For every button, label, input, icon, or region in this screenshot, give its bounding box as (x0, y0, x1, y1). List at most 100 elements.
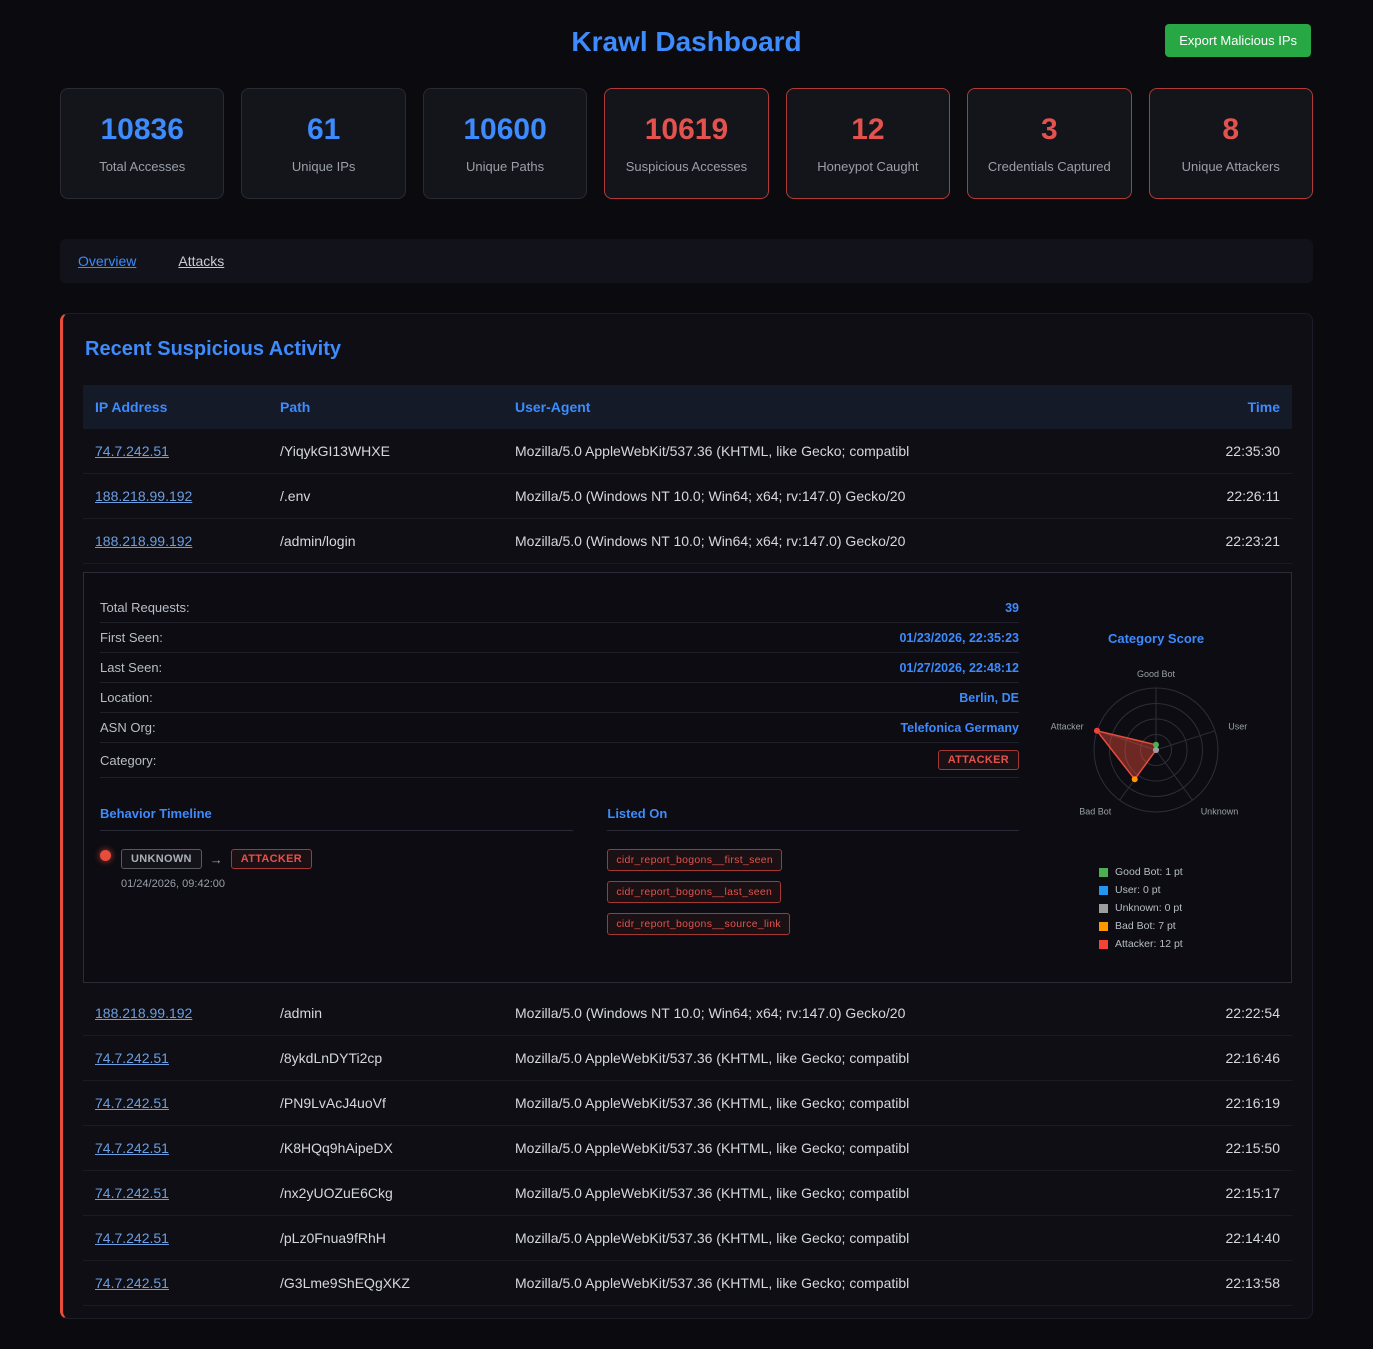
table-row[interactable]: 74.7.242.51 /pLz0Fnua9fRhH Mozilla/5.0 A… (83, 1216, 1292, 1261)
detail-category-row: Category: ATTACKER (100, 743, 1019, 778)
behavior-timeline-title: Behavior Timeline (100, 806, 573, 831)
svg-text:Good Bot: Good Bot (1137, 669, 1176, 679)
ip-address-link[interactable]: 74.7.242.51 (95, 1050, 169, 1066)
stat-card: 12 Honeypot Caught (786, 88, 950, 199)
field-value: 39 (1005, 601, 1019, 615)
path-cell: /YiqykGI13WHXE (280, 443, 515, 459)
column-header-path: Path (280, 399, 515, 415)
stat-card: 61 Unique IPs (241, 88, 405, 199)
listed-on-badge: cidr_report_bogons__source_link (607, 913, 790, 935)
user-agent-cell: Mozilla/5.0 AppleWebKit/537.36 (KHTML, l… (515, 1275, 1140, 1291)
listed-on-badge: cidr_report_bogons__last_seen (607, 881, 781, 903)
ip-detail-panel: Total Requests: 39 First Seen: 01/23/202… (83, 572, 1292, 983)
legend-item: User: 0 pt (1099, 884, 1183, 896)
suspicious-activity-panel: Recent Suspicious Activity IP Address Pa… (60, 313, 1313, 1319)
table-row[interactable]: 74.7.242.51 /PN9LvAcJ4uoVf Mozilla/5.0 A… (83, 1081, 1292, 1126)
stat-label: Unique Paths (432, 159, 578, 174)
listed-on-section: Listed On cidr_report_bogons__first_seen… (607, 806, 1019, 935)
stat-value: 3 (976, 113, 1122, 147)
timeline-content: UNKNOWN → ATTACKER 01/24/2026, 09:42:00 (121, 849, 312, 890)
legend-label: User: 0 pt (1115, 884, 1161, 896)
ip-address-link[interactable]: 188.218.99.192 (95, 488, 192, 504)
stat-value: 10600 (432, 113, 578, 147)
activity-table: IP Address Path User-Agent Time 74.7.242… (83, 385, 1292, 1306)
table-row[interactable]: 188.218.99.192 /.env Mozilla/5.0 (Window… (83, 474, 1292, 519)
legend-color-swatch (1099, 940, 1108, 949)
field-label: Last Seen: (100, 660, 162, 675)
ip-address-link[interactable]: 74.7.242.51 (95, 443, 169, 459)
legend-color-swatch (1099, 886, 1108, 895)
page: Krawl Dashboard Export Malicious IPs 108… (0, 0, 1373, 1349)
table-row[interactable]: 74.7.242.51 /G3Lme9ShEQgXKZ Mozilla/5.0 … (83, 1261, 1292, 1306)
time-cell: 22:22:54 (1140, 1005, 1280, 1021)
ip-address-link[interactable]: 188.218.99.192 (95, 1005, 192, 1021)
header: Krawl Dashboard Export Malicious IPs (60, 20, 1313, 88)
user-agent-cell: Mozilla/5.0 AppleWebKit/537.36 (KHTML, l… (515, 1140, 1140, 1156)
radar-chart-title: Category Score (1108, 631, 1204, 646)
table-row[interactable]: 74.7.242.51 /K8HQq9hAipeDX Mozilla/5.0 A… (83, 1126, 1292, 1171)
user-agent-cell: Mozilla/5.0 (Windows NT 10.0; Win64; x64… (515, 1005, 1140, 1021)
stat-value: 10836 (69, 113, 215, 147)
ip-cell: 74.7.242.51 (95, 1185, 280, 1201)
export-malicious-ips-button[interactable]: Export Malicious IPs (1165, 24, 1311, 57)
user-agent-cell: Mozilla/5.0 (Windows NT 10.0; Win64; x64… (515, 533, 1140, 549)
table-row[interactable]: 74.7.242.51 /nx2yUOZuE6Ckg Mozilla/5.0 A… (83, 1171, 1292, 1216)
user-agent-cell: Mozilla/5.0 AppleWebKit/537.36 (KHTML, l… (515, 1050, 1140, 1066)
ip-address-link[interactable]: 74.7.242.51 (95, 1275, 169, 1291)
timeline-badges: UNKNOWN → ATTACKER (121, 849, 312, 869)
svg-text:Unknown: Unknown (1201, 807, 1239, 817)
ip-address-link[interactable]: 188.218.99.192 (95, 533, 192, 549)
legend-item: Good Bot: 1 pt (1099, 866, 1183, 878)
page-title: Krawl Dashboard (571, 26, 801, 58)
listed-on-badge: cidr_report_bogons__first_seen (607, 849, 782, 871)
user-agent-cell: Mozilla/5.0 AppleWebKit/537.36 (KHTML, l… (515, 1095, 1140, 1111)
legend-color-swatch (1099, 904, 1108, 913)
detail-field-row: Location: Berlin, DE (100, 683, 1019, 713)
column-header-user-agent: User-Agent (515, 399, 1140, 415)
timeline-item: UNKNOWN → ATTACKER 01/24/2026, 09:42:00 (100, 849, 573, 890)
path-cell: /admin (280, 1005, 515, 1021)
path-cell: /K8HQq9hAipeDX (280, 1140, 515, 1156)
user-agent-cell: Mozilla/5.0 AppleWebKit/537.36 (KHTML, l… (515, 1185, 1140, 1201)
stat-value: 61 (250, 113, 396, 147)
legend-item: Attacker: 12 pt (1099, 938, 1183, 950)
ip-cell: 188.218.99.192 (95, 533, 280, 549)
stat-label: Honeypot Caught (795, 159, 941, 174)
table-row[interactable]: 188.218.99.192 /admin Mozilla/5.0 (Windo… (83, 991, 1292, 1036)
stat-label: Unique IPs (250, 159, 396, 174)
column-header-time: Time (1140, 399, 1280, 415)
table-row[interactable]: 74.7.242.51 /8ykdLnDYTi2cp Mozilla/5.0 A… (83, 1036, 1292, 1081)
field-value: 01/23/2026, 22:35:23 (899, 631, 1019, 645)
legend-label: Bad Bot: 7 pt (1115, 920, 1176, 932)
field-label: First Seen: (100, 630, 163, 645)
table-row[interactable]: 74.7.242.51 /YiqykGI13WHXE Mozilla/5.0 A… (83, 429, 1292, 474)
tab-overview[interactable]: Overview (78, 253, 136, 269)
arrow-right-icon: → (210, 852, 223, 867)
table-row[interactable]: 188.218.99.192 /admin/login Mozilla/5.0 … (83, 519, 1292, 564)
path-cell: /PN9LvAcJ4uoVf (280, 1095, 515, 1111)
time-cell: 22:23:21 (1140, 533, 1280, 549)
ip-address-link[interactable]: 74.7.242.51 (95, 1095, 169, 1111)
ip-address-link[interactable]: 74.7.242.51 (95, 1140, 169, 1156)
svg-text:Bad Bot: Bad Bot (1079, 807, 1112, 817)
radar-chart-svg: Good BotUserUnknownBad BotAttacker (1041, 650, 1271, 850)
stat-label: Credentials Captured (976, 159, 1122, 174)
legend-color-swatch (1099, 868, 1108, 877)
path-cell: /nx2yUOZuE6Ckg (280, 1185, 515, 1201)
detail-field-row: First Seen: 01/23/2026, 22:35:23 (100, 623, 1019, 653)
field-label: ASN Org: (100, 720, 156, 735)
ip-cell: 74.7.242.51 (95, 1230, 280, 1246)
behavior-timeline-section: Behavior Timeline UNKNOWN → ATTACKER (100, 806, 573, 935)
legend-color-swatch (1099, 922, 1108, 931)
stat-card: 10836 Total Accesses (60, 88, 224, 199)
tab-attacks[interactable]: Attacks (178, 253, 224, 269)
ip-address-link[interactable]: 74.7.242.51 (95, 1230, 169, 1246)
detail-main: Total Requests: 39 First Seen: 01/23/202… (100, 593, 1019, 956)
legend-label: Good Bot: 1 pt (1115, 866, 1183, 878)
ip-cell: 74.7.242.51 (95, 443, 280, 459)
stat-value: 12 (795, 113, 941, 147)
path-cell: /8ykdLnDYTi2cp (280, 1050, 515, 1066)
field-value: Telefonica Germany (900, 721, 1019, 735)
stat-card: 8 Unique Attackers (1149, 88, 1313, 199)
ip-address-link[interactable]: 74.7.242.51 (95, 1185, 169, 1201)
